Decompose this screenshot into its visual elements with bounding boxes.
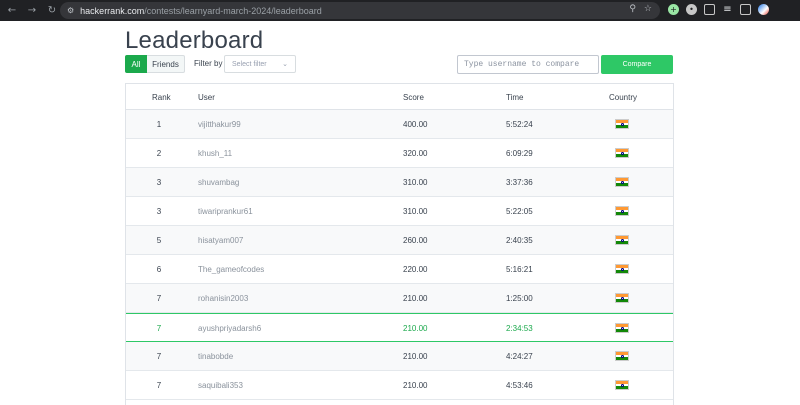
rank-cell: 7: [156, 324, 162, 333]
tab-all[interactable]: All: [125, 55, 147, 73]
table-row: 7 saquibali353 210.00 4:53:46: [126, 371, 673, 400]
header-score[interactable]: Score: [403, 93, 424, 102]
rank-cell: 2: [156, 149, 162, 158]
leaderboard-table: Rank User Score Time Country 1 vijitthak…: [125, 83, 674, 405]
rank-cell: 3: [156, 207, 162, 216]
header-rank[interactable]: Rank: [152, 93, 171, 102]
url-text: hackerrank.com/contests/learnyard-march-…: [80, 5, 322, 16]
time-cell: 4:24:27: [506, 352, 533, 361]
bookmark-star-icon[interactable]: ☆: [644, 4, 652, 14]
reload-icon[interactable]: ↻: [42, 5, 62, 16]
score-cell: 400.00: [403, 120, 428, 129]
side-panel-icon[interactable]: [740, 4, 751, 15]
site-settings-icon[interactable]: ⚙: [67, 6, 74, 15]
user-link[interactable]: ayushpriyadarsh6: [198, 324, 261, 333]
user-link[interactable]: hisatyam007: [198, 236, 243, 245]
table-row: 5 hisatyam007 260.00 2:40:35: [126, 226, 673, 255]
extension-gray-icon[interactable]: •: [686, 4, 697, 15]
rank-cell: 3: [156, 178, 162, 187]
rank-cell: 1: [156, 120, 162, 129]
table-row: 7 rohanisin2003 210.00 1:25:00: [126, 284, 673, 313]
table-row: 7 tinabobde 210.00 4:24:27: [126, 342, 673, 371]
score-cell: 210.00: [403, 381, 428, 390]
reading-list-icon[interactable]: ≡: [722, 4, 733, 15]
india-flag-icon: [615, 293, 629, 303]
browser-toolbar: ← → ↻ ⚙ hackerrank.com/contests/learnyar…: [0, 0, 800, 21]
user-link[interactable]: The_gameofcodes: [198, 265, 264, 274]
user-link[interactable]: khush_11: [198, 149, 232, 158]
user-link[interactable]: shuvambag: [198, 178, 239, 187]
time-cell: 6:09:29: [506, 149, 533, 158]
india-flag-icon: [615, 119, 629, 129]
india-flag-icon: [615, 177, 629, 187]
india-flag-icon: [615, 380, 629, 390]
time-cell: 2:40:35: [506, 236, 533, 245]
tab-friends[interactable]: Friends: [147, 55, 185, 73]
address-bar[interactable]: ⚙ hackerrank.com/contests/learnyard-marc…: [60, 2, 660, 19]
page-title: Leaderboard: [125, 27, 264, 54]
table-row: 2 khush_11 320.00 6:09:29: [126, 139, 673, 168]
user-link[interactable]: tiwariprankur61: [198, 207, 253, 216]
time-cell: 5:22:05: [506, 207, 533, 216]
india-flag-icon: [615, 148, 629, 158]
view-tabs: All Friends: [125, 55, 185, 73]
india-flag-icon: [615, 264, 629, 274]
time-cell: 4:53:46: [506, 381, 533, 390]
score-cell: 210.00: [403, 294, 428, 303]
header-time[interactable]: Time: [506, 93, 523, 102]
table-row: 3 tiwariprankur61 310.00 5:22:05: [126, 197, 673, 226]
india-flag-icon: [615, 235, 629, 245]
time-cell: 5:52:24: [506, 120, 533, 129]
time-cell: 1:25:00: [506, 294, 533, 303]
time-cell: 3:37:36: [506, 178, 533, 187]
score-cell: 210.00: [403, 324, 428, 333]
forward-arrow-icon[interactable]: →: [22, 5, 42, 16]
extension-green-icon[interactable]: +: [668, 4, 679, 15]
rank-cell: 7: [156, 294, 162, 303]
rank-cell: 5: [156, 236, 162, 245]
filter-label: Filter by: [194, 59, 223, 68]
header-country[interactable]: Country: [609, 93, 637, 102]
india-flag-icon: [615, 351, 629, 361]
back-arrow-icon[interactable]: ←: [2, 5, 22, 16]
table-row: 6 The_gameofcodes 220.00 5:16:21: [126, 255, 673, 284]
zoom-icon[interactable]: ⚲: [629, 4, 636, 14]
filter-select-value: Select filter: [232, 60, 267, 68]
table-header: Rank User Score Time Country: [126, 84, 673, 110]
score-cell: 310.00: [403, 207, 428, 216]
india-flag-icon: [615, 206, 629, 216]
extensions-puzzle-icon[interactable]: [704, 4, 715, 15]
user-link[interactable]: tinabobde: [198, 352, 233, 361]
score-cell: 220.00: [403, 265, 428, 274]
filter-select[interactable]: Select filter ⌄: [224, 55, 296, 73]
header-user[interactable]: User: [198, 93, 215, 102]
score-cell: 260.00: [403, 236, 428, 245]
india-flag-icon: [615, 323, 629, 333]
chevron-down-icon: ⌄: [282, 60, 288, 68]
compare-username-input[interactable]: [457, 55, 599, 74]
score-cell: 210.00: [403, 352, 428, 361]
table-row: 3 shuvambag 310.00 3:37:36: [126, 168, 673, 197]
rank-cell: 7: [156, 381, 162, 390]
user-link[interactable]: saquibali353: [198, 381, 243, 390]
user-link[interactable]: vijitthakur99: [198, 120, 241, 129]
profile-avatar-icon[interactable]: [758, 4, 769, 15]
score-cell: 310.00: [403, 178, 428, 187]
time-cell: 5:16:21: [506, 265, 533, 274]
table-row-current-user: 7 ayushpriyadarsh6 210.00 2:34:53: [126, 313, 673, 342]
time-cell: 2:34:53: [506, 324, 533, 333]
score-cell: 320.00: [403, 149, 428, 158]
table-row: 1 vijitthakur99 400.00 5:52:24: [126, 110, 673, 139]
rank-cell: 6: [156, 265, 162, 274]
rank-cell: 7: [156, 352, 162, 361]
user-link[interactable]: rohanisin2003: [198, 294, 248, 303]
compare-button[interactable]: Compare: [601, 55, 673, 74]
